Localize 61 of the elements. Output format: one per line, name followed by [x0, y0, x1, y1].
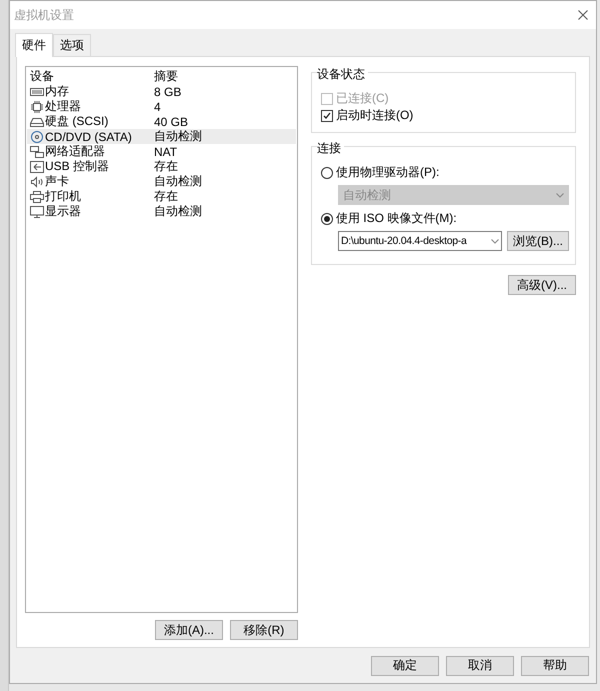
device-name: CD/DVD (SATA) [45, 130, 132, 144]
device-row[interactable]: 网络适配器 NAT [27, 144, 296, 159]
usb-icon [30, 160, 44, 172]
close-icon[interactable] [578, 10, 588, 20]
device-row[interactable]: 打印机 存在 [27, 189, 296, 204]
checkbox-label: 已连接(C) [336, 90, 389, 107]
disc-icon [30, 130, 44, 142]
device-row[interactable]: 硬盘 (SCSI) 40 GB [27, 114, 296, 129]
device-name: 处理器 [45, 98, 81, 115]
device-summary: 存在 [154, 158, 178, 175]
device-summary: 4 [154, 100, 161, 114]
network-icon [30, 146, 44, 158]
device-name: 网络适配器 [45, 144, 105, 160]
tab[interactable]: 选项 [53, 34, 91, 56]
checkbox-label: 启动时连接(O) [336, 107, 414, 124]
device-summary: 存在 [154, 188, 178, 205]
memory-icon [30, 86, 44, 98]
device-summary: 自动检测 [154, 203, 202, 220]
device-row[interactable]: CD/DVD (SATA) 自动检测 [27, 129, 296, 144]
device-name: 打印机 [45, 188, 81, 205]
device-name: 硬盘 (SCSI) [45, 113, 108, 130]
browse-button[interactable]: 浏览(B)... [507, 231, 569, 251]
caret-icon [556, 192, 564, 198]
dialog-button[interactable]: 确定 [371, 656, 439, 676]
printer-icon [30, 190, 44, 202]
device-summary: 自动检测 [154, 173, 202, 190]
dropdown-field[interactable]: D:\ubuntu-20.04.4-desktop-a [338, 231, 502, 251]
device-name: USB 控制器 [45, 158, 110, 175]
speaker-icon [30, 176, 44, 188]
dialog-button[interactable]: 取消 [446, 656, 514, 676]
advanced-button[interactable]: 高级(V)... [508, 275, 576, 295]
list-button[interactable]: 添加(A)... [154, 620, 223, 640]
column-header: 设备 [29, 68, 55, 85]
column-header: 摘要 [154, 68, 178, 85]
device-row[interactable]: 声卡 自动检测 [27, 174, 296, 189]
device-row[interactable]: 显示器 自动检测 [27, 204, 296, 219]
device-summary: 40 GB [154, 114, 188, 128]
radio-button[interactable] [320, 212, 333, 224]
device-name: 声卡 [45, 173, 69, 190]
group-title: 连接 [316, 140, 344, 157]
device-row[interactable]: 处理器 4 [27, 99, 296, 114]
radio-button[interactable] [320, 166, 333, 178]
caret-icon [491, 238, 499, 244]
monitor-icon [30, 206, 44, 218]
device-name: 内存 [45, 83, 69, 100]
device-summary: 自动检测 [154, 128, 202, 145]
device-summary: NAT [154, 144, 178, 158]
radio-label: 使用 ISO 映像文件(M): [336, 210, 457, 227]
tab[interactable]: 硬件 [15, 33, 53, 57]
device-row[interactable]: 内存 8 GB [27, 84, 296, 99]
window-title: 虚拟机设置 [14, 6, 74, 24]
drive-icon [30, 116, 44, 128]
dialog-button[interactable]: 帮助 [521, 656, 589, 676]
device-row[interactable]: USB 控制器 存在 [27, 159, 296, 174]
list-button[interactable]: 移除(R) [230, 620, 298, 640]
checkbox[interactable] [320, 110, 333, 122]
radio-label: 使用物理驱动器(P): [336, 164, 440, 181]
chip-icon [30, 100, 44, 112]
group-title: 设备状态 [316, 66, 368, 83]
device-name: 显示器 [45, 203, 81, 220]
device-summary: 8 GB [154, 84, 182, 98]
